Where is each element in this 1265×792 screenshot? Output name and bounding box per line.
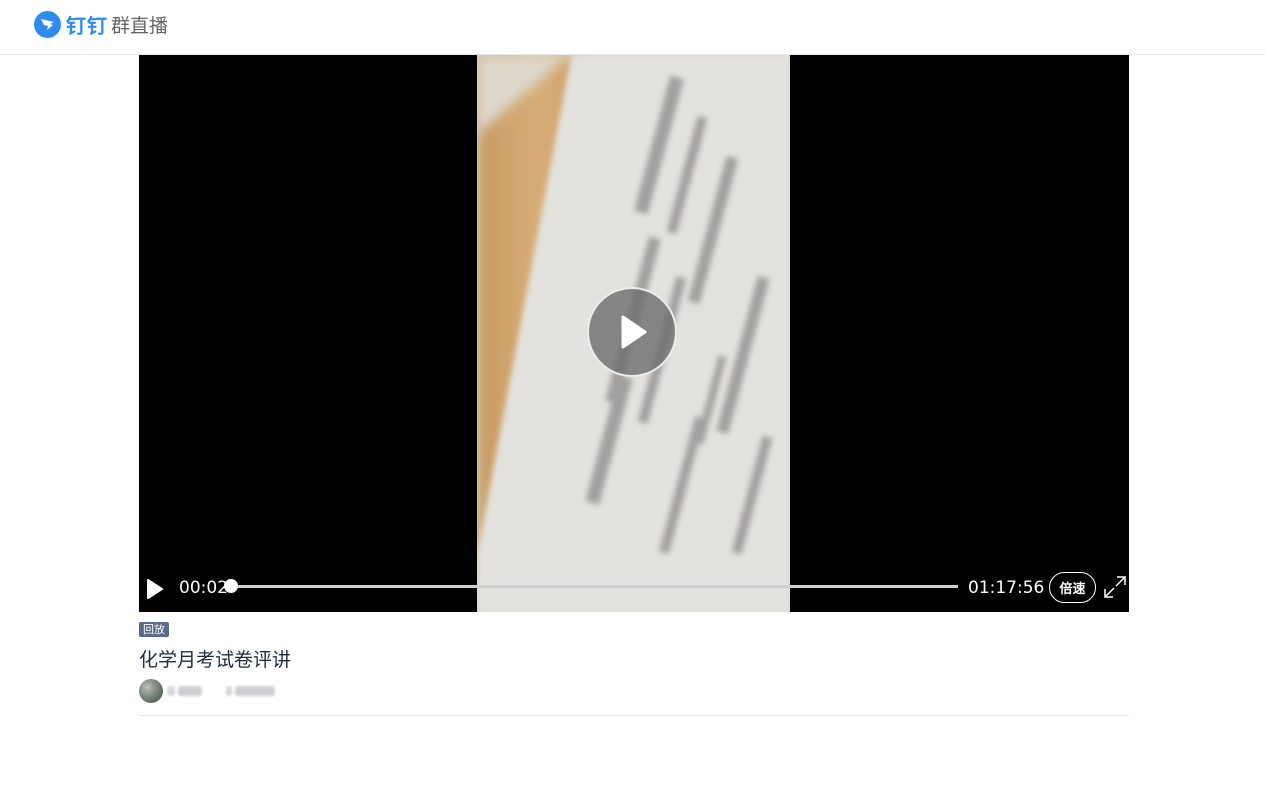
redacted-text bbox=[167, 686, 175, 696]
author-info bbox=[139, 678, 275, 704]
play-icon bbox=[147, 579, 163, 599]
fullscreen-button[interactable] bbox=[1103, 575, 1127, 599]
dingtalk-logo-icon bbox=[34, 10, 61, 38]
author-name-redacted bbox=[167, 686, 275, 696]
control-play-button[interactable] bbox=[145, 577, 165, 601]
replay-badge: 回放 bbox=[139, 622, 169, 637]
video-player[interactable]: 00:02 01:17:56 倍速 bbox=[139, 55, 1129, 612]
fullscreen-icon bbox=[1104, 576, 1126, 598]
control-bar: 00:02 01:17:56 倍速 bbox=[139, 567, 1129, 612]
avatar bbox=[139, 679, 163, 703]
live-title: 化学月考试卷评讲 bbox=[139, 649, 292, 671]
dingtalk-logo[interactable]: 钉钉 群直播 bbox=[34, 10, 168, 38]
play-icon bbox=[621, 315, 647, 349]
big-play-button[interactable] bbox=[587, 287, 677, 377]
product-name: 群直播 bbox=[111, 14, 169, 37]
total-time: 01:17:56 bbox=[968, 578, 1045, 598]
redacted-text bbox=[178, 686, 202, 696]
redacted-text bbox=[235, 686, 275, 696]
top-header: 钉钉 群直播 bbox=[0, 0, 1265, 55]
current-time: 00:02 bbox=[179, 578, 228, 598]
speed-button[interactable]: 倍速 bbox=[1049, 572, 1096, 603]
progress-bar[interactable] bbox=[224, 579, 958, 593]
divider bbox=[139, 715, 1129, 716]
brand-name: 钉钉 bbox=[66, 13, 108, 38]
redacted-text bbox=[226, 686, 232, 696]
progress-handle[interactable] bbox=[224, 579, 239, 593]
